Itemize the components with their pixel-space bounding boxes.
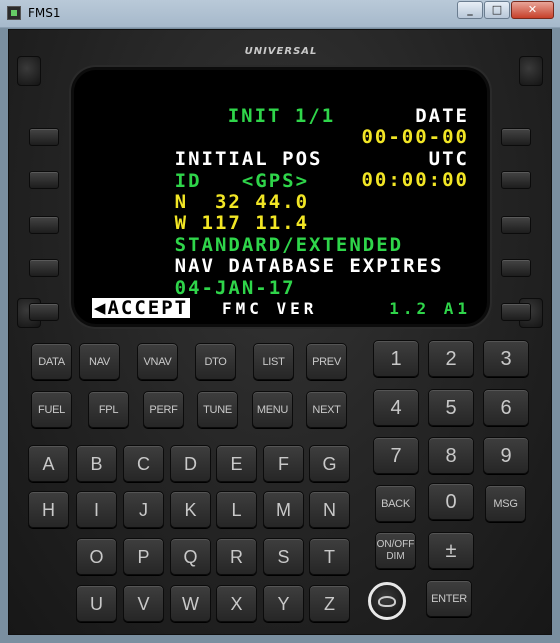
key-z[interactable]: Z — [309, 585, 350, 622]
app-icon — [7, 6, 21, 20]
key-b[interactable]: B — [76, 445, 117, 482]
key-onoff-label: ON/OFF — [376, 539, 415, 550]
line-select-key-r4[interactable] — [501, 259, 531, 277]
key-r[interactable]: R — [216, 538, 257, 575]
key-fuel[interactable]: FUEL — [31, 391, 72, 428]
key-w[interactable]: W — [170, 585, 211, 622]
key-s[interactable]: S — [263, 538, 304, 575]
cdu-screen: INIT 1/1 DATE INITIAL POS 00-00-00 ID <G… — [74, 70, 487, 324]
key-g[interactable]: G — [309, 445, 350, 482]
key-p[interactable]: P — [123, 538, 164, 575]
nav-database-date: 04-JAN-17 — [174, 276, 296, 299]
key-v[interactable]: V — [123, 585, 164, 622]
key-n[interactable]: N — [309, 491, 350, 528]
line-select-key-r1[interactable] — [501, 128, 531, 146]
key-vnav[interactable]: VNAV — [137, 343, 178, 380]
key-list[interactable]: LIST — [253, 343, 294, 380]
close-button[interactable]: ✕ — [511, 1, 554, 19]
line-select-key-l3[interactable] — [29, 216, 59, 234]
key-f[interactable]: F — [263, 445, 304, 482]
line-select-key-r5[interactable] — [501, 303, 531, 321]
key-o[interactable]: O — [76, 538, 117, 575]
key-k[interactable]: K — [170, 491, 211, 528]
key-back[interactable]: BACK — [375, 485, 416, 522]
key-data[interactable]: DATA — [31, 343, 72, 380]
key-j[interactable]: J — [123, 491, 164, 528]
fmc-ver-label: FMC VER — [222, 299, 318, 318]
key-perf[interactable]: PERF — [143, 391, 184, 428]
key-m[interactable]: M — [263, 491, 304, 528]
key-q[interactable]: Q — [170, 538, 211, 575]
key-next[interactable]: NEXT — [306, 391, 347, 428]
date-value: 00-00-00 — [361, 126, 469, 148]
key-l[interactable]: L — [216, 491, 257, 528]
key-prev[interactable]: PREV — [306, 343, 347, 380]
key-nav[interactable]: NAV — [79, 343, 120, 380]
key-5[interactable]: 5 — [428, 389, 474, 426]
key-6[interactable]: 6 — [483, 389, 529, 426]
window-title: FMS1 — [28, 6, 61, 20]
key-e[interactable]: E — [216, 445, 257, 482]
line-select-key-l2[interactable] — [29, 171, 59, 189]
fmc-ver-value: 1.2 A1 — [389, 299, 471, 318]
minimize-button[interactable]: _ — [457, 1, 483, 19]
key-c[interactable]: C — [123, 445, 164, 482]
line-select-key-r2[interactable] — [501, 171, 531, 189]
line-select-key-l5[interactable] — [29, 303, 59, 321]
window-titlebar[interactable]: FMS1 _ □ ✕ — [0, 0, 560, 28]
utc-value: 00:00:00 — [361, 169, 469, 191]
key-0[interactable]: 0 — [428, 483, 474, 520]
key-d[interactable]: D — [170, 445, 211, 482]
key-tune[interactable]: TUNE — [197, 391, 238, 428]
fms-device: UNIVERSAL INIT 1/1 DATE INITIAL POS 00-0… — [8, 29, 552, 635]
key-3[interactable]: 3 — [483, 340, 529, 377]
key-enter[interactable]: ENTER — [426, 580, 472, 617]
key-i[interactable]: I — [76, 491, 117, 528]
key-u[interactable]: U — [76, 585, 117, 622]
key-dim-label: DIM — [386, 551, 405, 562]
key-y[interactable]: Y — [263, 585, 304, 622]
key-a[interactable]: A — [28, 445, 69, 482]
key-2[interactable]: 2 — [428, 340, 474, 377]
key-t[interactable]: T — [309, 538, 350, 575]
date-label: DATE — [415, 105, 469, 127]
key-msg[interactable]: MSG — [485, 485, 526, 522]
accept-prompt[interactable]: ◀ACCEPT — [92, 298, 191, 318]
key-plus-minus[interactable]: ± — [428, 532, 474, 569]
line-select-key-l1[interactable] — [29, 128, 59, 146]
key-7[interactable]: 7 — [373, 437, 419, 474]
key-4[interactable]: 4 — [373, 389, 419, 426]
key-h[interactable]: H — [28, 491, 69, 528]
key-onoff-dim[interactable]: ON/OFF DIM — [375, 532, 416, 569]
line-select-key-r3[interactable] — [501, 216, 531, 234]
brand-label: UNIVERSAL — [244, 46, 318, 57]
brightness-knob-icon[interactable] — [368, 582, 406, 620]
bezel-screw — [17, 56, 41, 86]
key-1[interactable]: 1 — [373, 340, 419, 377]
key-8[interactable]: 8 — [428, 437, 474, 474]
key-fpl[interactable]: FPL — [88, 391, 129, 428]
bezel-screw — [519, 56, 543, 86]
utc-label: UTC — [428, 148, 469, 170]
key-dto[interactable]: DTO — [195, 343, 236, 380]
line-select-key-l4[interactable] — [29, 259, 59, 277]
key-menu[interactable]: MENU — [252, 391, 293, 428]
key-x[interactable]: X — [216, 585, 257, 622]
key-9[interactable]: 9 — [483, 437, 529, 474]
maximize-button[interactable]: □ — [484, 1, 510, 19]
